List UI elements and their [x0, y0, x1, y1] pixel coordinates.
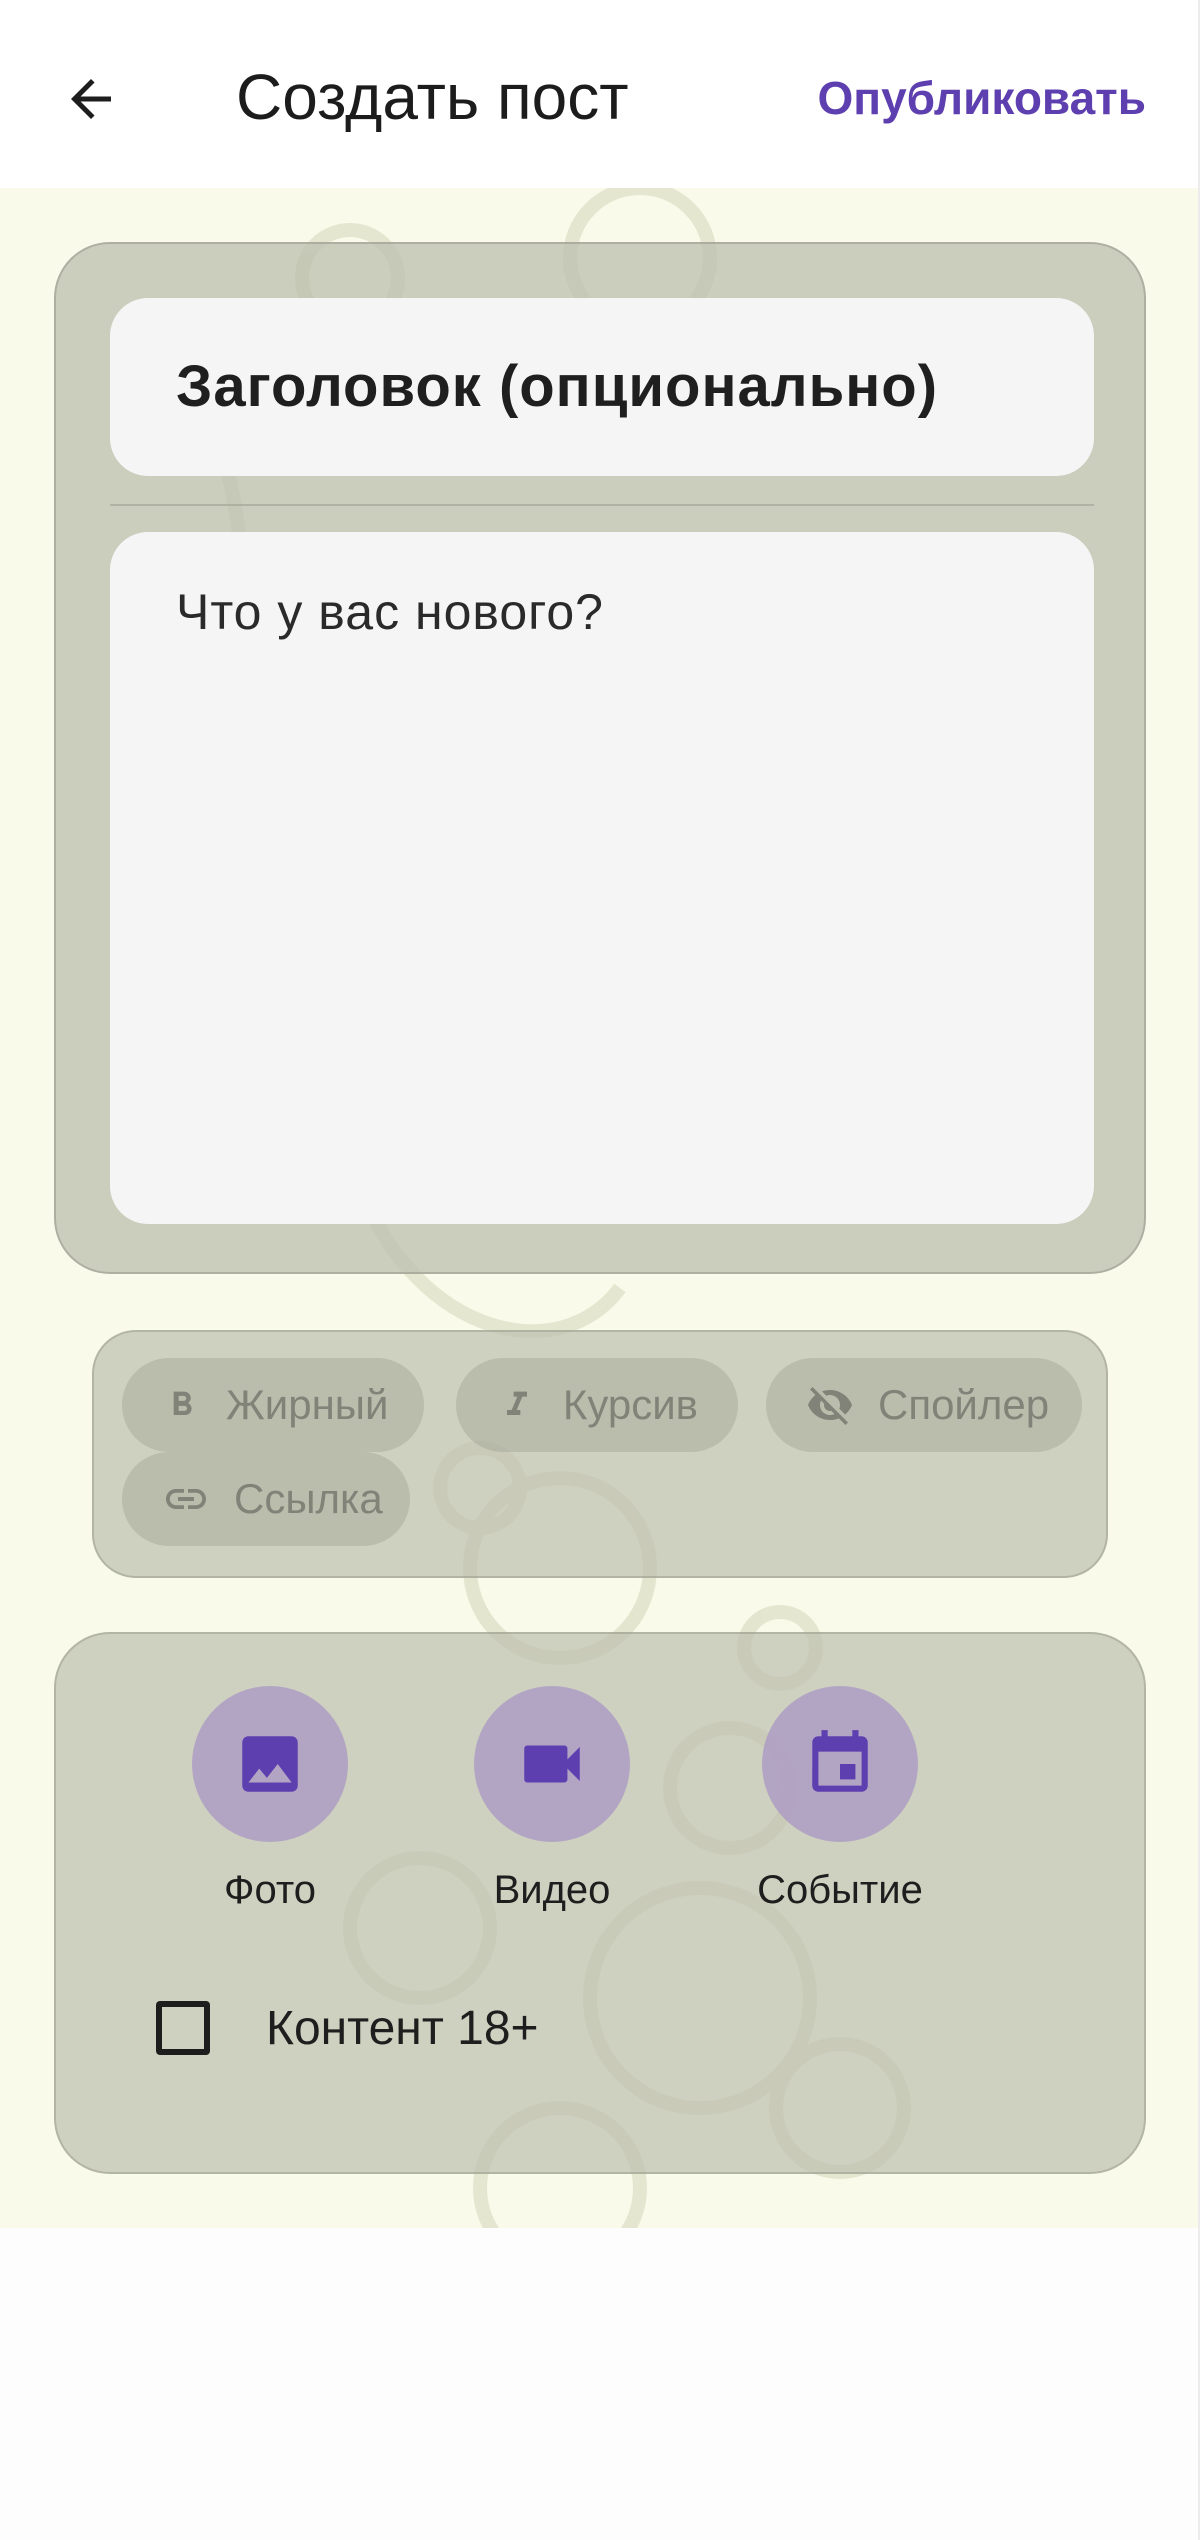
photo-button-circle [192, 1686, 348, 1842]
video-button-circle [474, 1686, 630, 1842]
event-label: Событие [757, 1868, 923, 1912]
page-title: Создать пост [236, 61, 629, 133]
italic-icon [496, 1379, 539, 1431]
add-photo-button[interactable]: Фото [150, 1686, 390, 1918]
link-chip[interactable]: Ссылка [122, 1452, 410, 1546]
link-chip-label: Ссылка [234, 1475, 383, 1522]
nsfw-label: Контент 18+ [266, 2001, 539, 2055]
app-bar: Создать пост Опубликовать [0, 0, 1198, 188]
event-button-circle [762, 1686, 918, 1842]
divider [110, 504, 1094, 506]
spoiler-chip[interactable]: Спойлер [766, 1358, 1082, 1452]
bold-chip-label: Жирный [226, 1381, 389, 1428]
videocam-icon [524, 1745, 580, 1783]
arrow-back-icon [71, 79, 111, 119]
image-icon [242, 1736, 298, 1792]
bold-chip[interactable]: Жирный [122, 1358, 424, 1452]
italic-chip-label: Курсив [562, 1381, 698, 1428]
editor-card: Заголовок (опционально) Что у вас нового… [54, 242, 1146, 1274]
spoiler-chip-label: Спойлер [878, 1381, 1050, 1428]
content-area: Заголовок (опционально) Что у вас нового… [0, 188, 1198, 2228]
link-icon [162, 1473, 210, 1525]
nsfw-checkbox[interactable] [156, 2001, 210, 2055]
eye-off-icon [806, 1379, 854, 1431]
italic-chip[interactable]: Курсив [456, 1358, 738, 1452]
post-title-input[interactable]: Заголовок (опционально) [110, 298, 1094, 476]
add-video-button[interactable]: Видео [432, 1686, 672, 1918]
post-body-input[interactable]: Что у вас нового? [110, 532, 1094, 1224]
back-button[interactable] [48, 56, 134, 142]
formatting-toolbar: Жирный Курсив Спойлер Ссылка [92, 1330, 1108, 1578]
photo-label: Фото [224, 1868, 316, 1912]
attachments-card: Фото Видео Событие Контент 18+ [54, 1632, 1146, 2174]
nsfw-toggle-row[interactable]: Контент 18+ [156, 1986, 539, 2070]
bold-icon [162, 1379, 202, 1431]
add-event-button[interactable]: Событие [720, 1686, 960, 1918]
video-label: Видео [493, 1868, 611, 1912]
calendar-icon [812, 1730, 868, 1792]
publish-button[interactable]: Опубликовать [818, 62, 1147, 134]
